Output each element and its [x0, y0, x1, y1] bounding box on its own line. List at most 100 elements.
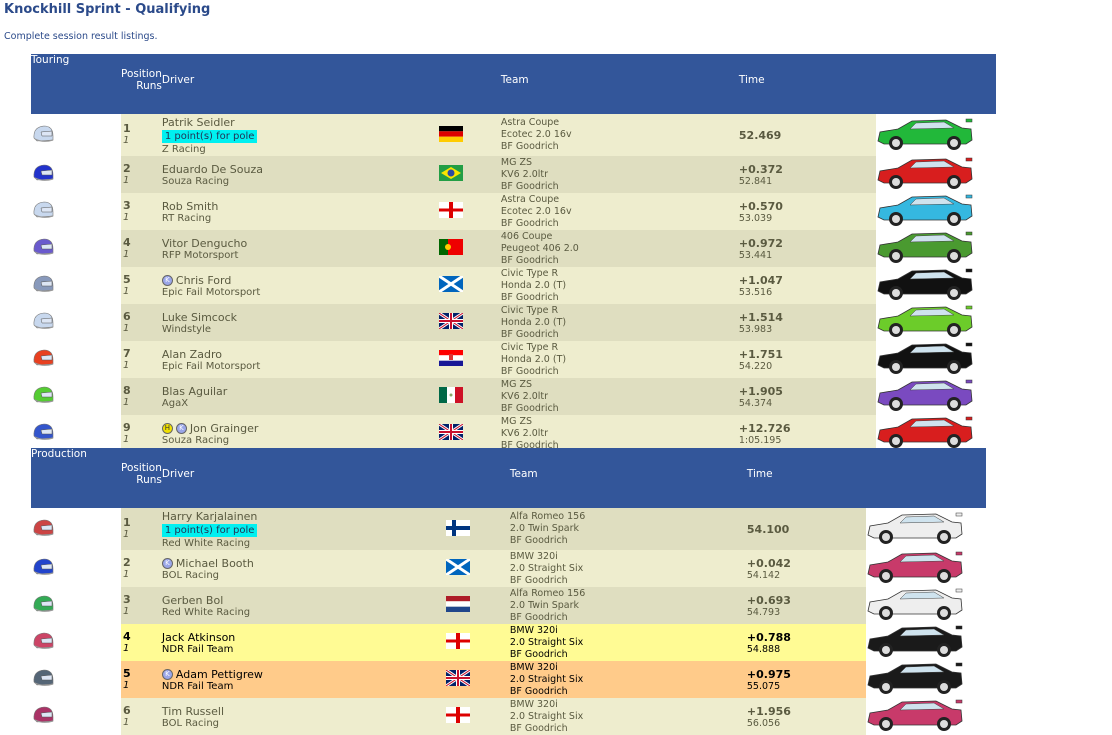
lap-time: 54.374: [738, 397, 773, 409]
driver-name[interactable]: Michael Booth: [176, 557, 254, 570]
flag-uk-icon: [438, 422, 464, 442]
flag-cell: [438, 193, 501, 230]
time-gap: +1.514: [738, 310, 783, 324]
driver-cell: K Michael Booth BOL Racing: [161, 550, 446, 587]
driver-name-line: Rob Smith: [162, 200, 439, 213]
result-row[interactable]: 4 1 Jack Atkinson NDR Fail Team BMW 320i 2.0 …: [31, 624, 986, 661]
helmet-icon: [33, 201, 54, 218]
runs: 1: [123, 605, 130, 617]
result-row[interactable]: 1 1 Harry Karjalainen 1 point(s) for pole Re…: [31, 508, 986, 550]
flag-cell: [445, 661, 510, 698]
h-badge-icon: H: [161, 423, 173, 434]
result-row[interactable]: 7 1 Alan Zadro Epic Fail Motorsport Civic Ty…: [31, 341, 996, 378]
car-engine: KV6 2.0ltr: [500, 427, 549, 439]
tyre: BF Goodrich: [509, 685, 568, 697]
column-header-team[interactable]: Team: [500, 54, 739, 114]
position-cell: 41: [121, 230, 162, 267]
helmet-icon: [33, 238, 54, 255]
result-row[interactable]: 3 1 Rob Smith RT Racing Astra Coupe Ecotec 2.…: [31, 193, 996, 230]
time-cell: +1.751 54.220: [738, 341, 876, 378]
driver-name[interactable]: Blas Aguilar: [162, 385, 227, 398]
tyre: BF Goodrich: [500, 254, 559, 266]
helmet-icon: [33, 423, 54, 440]
helmet-icon: [33, 386, 54, 403]
helmet-icon: [33, 519, 54, 536]
runs-header: Runs: [136, 474, 162, 486]
flag-cell: [438, 156, 501, 193]
car-model: Alfa Romeo 156: [509, 587, 586, 599]
helmet-cell: [31, 230, 121, 267]
driver-name[interactable]: Patrik Seidler: [162, 116, 235, 129]
driver-name[interactable]: Harry Karjalainen: [162, 510, 258, 523]
driver-name[interactable]: Alan Zadro: [162, 348, 222, 361]
tyre: BF Goodrich: [500, 180, 559, 192]
car-model: BMW 320i: [509, 624, 558, 636]
result-row[interactable]: 6 1 Luke Simcock Windstyle Civic Type R Honda…: [31, 304, 996, 341]
driver-name[interactable]: Tim Russell: [162, 705, 224, 718]
column-header-time[interactable]: Time: [738, 54, 876, 114]
result-row[interactable]: 5 1 K Adam Pettigrew NDR Fail Team BMW 320i 2.…: [31, 661, 986, 698]
result-row[interactable]: 8 1 Blas Aguilar AgaX MG ZS KV6 2.0ltr BF Good…: [31, 378, 996, 415]
section-title: Production: [31, 448, 121, 508]
helmet-icon: [33, 164, 54, 181]
helmet-cell: [31, 624, 121, 661]
driver-name[interactable]: Adam Pettigrew: [176, 668, 263, 681]
position: 8: [123, 383, 131, 397]
driver-name[interactable]: Chris Ford: [176, 274, 231, 287]
pole-points-badge: 1 point(s) for pole: [161, 523, 258, 537]
car-engine: KV6 2.0ltr: [500, 168, 549, 180]
result-row[interactable]: 4 1 Vitor Dengucho RFP Motorsport 406 Coupe P…: [31, 230, 996, 267]
result-row[interactable]: 2 1 K Michael Booth BOL Racing BMW 320i 2.0 St…: [31, 550, 986, 587]
lap-time: 53.039: [738, 212, 773, 224]
column-header-position-runs[interactable]: Position Runs: [121, 54, 162, 114]
car-engine: 2.0 Twin Spark: [509, 523, 579, 534]
driver-name[interactable]: Vitor Dengucho: [162, 237, 247, 250]
result-row[interactable]: 1 1 Patrik Seidler 1 point(s) for pole Z Rac…: [31, 114, 996, 156]
time-gap: +12.726: [738, 421, 791, 435]
flag-mexico-icon: [438, 387, 463, 403]
result-row[interactable]: 9 1 H K Jon Grainger Souza Racing MG ZS KV6 2.0…: [31, 415, 996, 452]
car-info-cell: MG ZS KV6 2.0ltr BF Goodrich: [500, 156, 739, 193]
car-livery-icon: [867, 551, 963, 583]
car-cell: [866, 661, 986, 698]
flag-cell: [445, 698, 510, 735]
helmet-icon: [33, 275, 54, 292]
column-header-team[interactable]: Team: [509, 448, 747, 508]
column-header-driver[interactable]: Driver: [161, 54, 501, 114]
driver-name[interactable]: Luke Simcock: [162, 311, 237, 324]
position: 1: [123, 122, 131, 135]
position: 2: [123, 161, 131, 175]
driver-name[interactable]: Eduardo De Souza: [162, 163, 263, 176]
time-cell: +0.693 54.793: [746, 587, 866, 624]
position-cell: 11: [121, 508, 162, 550]
flag-england-icon: [438, 202, 463, 218]
driver-name[interactable]: Jack Atkinson: [162, 631, 235, 644]
time-cell: +0.975 55.075: [746, 661, 866, 698]
driver-team: Souza Racing: [161, 175, 230, 187]
driver-team: Red White Racing: [161, 537, 251, 549]
column-header-driver[interactable]: Driver: [161, 448, 510, 508]
time-gap: 52.469: [738, 128, 782, 142]
car-livery-icon: [877, 268, 973, 300]
tyre: BF Goodrich: [509, 574, 568, 586]
results-table-touring: Touring Position Runs Driver Team Time 1 1 Patri…: [31, 54, 996, 452]
k-badge-icon: K: [161, 275, 173, 286]
driver-team: NDR Fail Team: [161, 680, 234, 692]
column-header-time[interactable]: Time: [746, 448, 866, 508]
driver-name[interactable]: Rob Smith: [162, 200, 218, 213]
result-row[interactable]: 3 1 Gerben Bol Red White Racing Alfa Romeo 1…: [31, 587, 986, 624]
tyre: BF Goodrich: [500, 217, 559, 229]
k-badge-icon: K: [161, 558, 173, 569]
runs: 1: [123, 433, 130, 445]
result-row[interactable]: 6 1 Tim Russell BOL Racing BMW 320i 2.0 Strai…: [31, 698, 986, 735]
car-model: BMW 320i: [509, 661, 558, 673]
result-row[interactable]: 5 1 K Chris Ford Epic Fail Motorsport Civic T…: [31, 267, 996, 304]
lap-time: 54.142: [746, 569, 781, 581]
driver-team: Red White Racing: [161, 606, 251, 618]
driver-name[interactable]: Gerben Bol: [162, 594, 223, 607]
flag-england-icon: [445, 633, 470, 649]
tyre: BF Goodrich: [500, 141, 559, 152]
column-header-position-runs[interactable]: Position Runs: [121, 448, 162, 508]
result-row[interactable]: 2 1 Eduardo De Souza Souza Racing MG ZS KV6 2…: [31, 156, 996, 193]
driver-name[interactable]: Jon Grainger: [190, 422, 259, 435]
